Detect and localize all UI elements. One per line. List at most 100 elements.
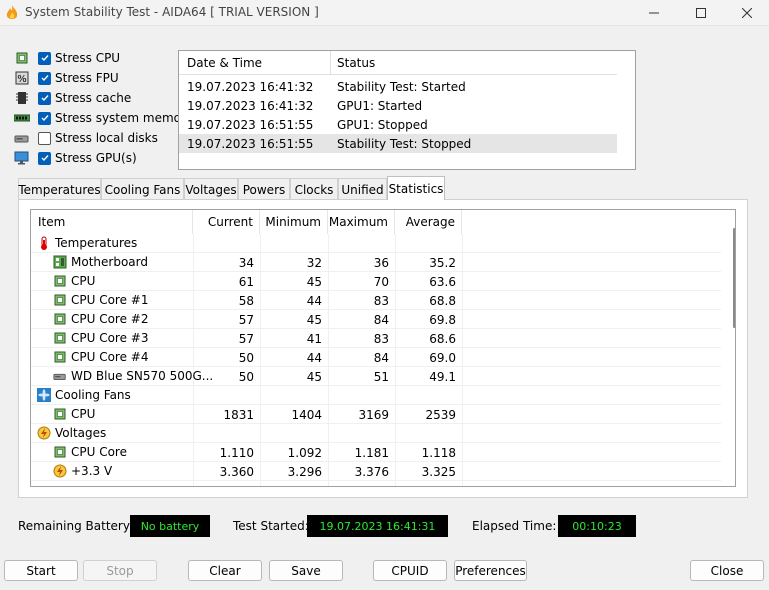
save-button[interactable]: Save xyxy=(269,560,343,581)
stats-group-row[interactable]: Temperatures xyxy=(31,234,721,253)
clear-button[interactable]: Clear xyxy=(188,560,262,581)
stats-minimum-value: 1404 xyxy=(291,408,322,422)
stats-current-value: 1.110 xyxy=(219,446,254,460)
stats-group-row[interactable]: Cooling Fans xyxy=(31,386,721,405)
checkbox[interactable] xyxy=(38,111,51,125)
tab-cooling-fans[interactable]: Cooling Fans xyxy=(101,178,184,200)
stop-button[interactable]: Stop xyxy=(83,560,157,581)
stats-average-value: 69.8 xyxy=(429,313,456,327)
status-log-header: Date & Time Status xyxy=(179,51,617,75)
stress-option-0[interactable]: Stress CPU xyxy=(14,49,184,67)
checkbox[interactable] xyxy=(38,151,51,165)
tab-powers[interactable]: Powers xyxy=(238,178,290,200)
cpu-chip-icon xyxy=(54,313,66,325)
stats-data-row[interactable]: CPU Core #4 50 44 84 69.0 xyxy=(31,348,721,367)
battery-label: Remaining Battery: xyxy=(18,519,134,533)
stats-item-label: CPU Core #2 xyxy=(71,312,149,326)
stats-item-label: Motherboard xyxy=(71,255,148,269)
average-column-header[interactable]: Average xyxy=(395,210,462,234)
start-button[interactable]: Start xyxy=(4,560,78,581)
maximize-icon xyxy=(696,8,706,18)
stats-maximum-value: 1.181 xyxy=(354,446,389,460)
stats-data-row[interactable]: CPU Core #2 57 45 84 69.8 xyxy=(31,310,721,329)
tab-statistics[interactable]: Statistics xyxy=(387,176,445,200)
stats-minimum-value: 3.296 xyxy=(287,465,322,479)
disk-drive-icon xyxy=(14,135,29,143)
stats-minimum-value: 45 xyxy=(306,370,322,384)
status-log: Date & Time Status 19.07.2023 16:41:32 St… xyxy=(178,50,636,170)
cpu-chip-icon xyxy=(54,446,66,458)
stats-minimum-value: 32 xyxy=(306,256,322,270)
row-divider xyxy=(31,480,721,481)
stats-maximum-value: 84 xyxy=(373,313,389,327)
cpu-chip-icon xyxy=(54,332,66,344)
aida64-flame-icon xyxy=(6,5,18,19)
vertical-scrollbar[interactable] xyxy=(733,228,735,328)
current-column-header[interactable]: Current xyxy=(193,210,260,234)
elapsed-time-display: 00:10:23 xyxy=(558,515,636,537)
stats-current-value: 61 xyxy=(238,275,254,289)
checkbox[interactable] xyxy=(38,91,51,105)
checkbox[interactable] xyxy=(38,131,51,145)
stats-maximum-value: 3169 xyxy=(358,408,389,422)
stress-option-5[interactable]: Stress GPU(s) xyxy=(14,149,184,167)
stats-data-row[interactable]: CPU Core #1 58 44 83 68.8 xyxy=(31,291,721,310)
stats-item-label: CPU Core xyxy=(71,445,127,459)
tab-voltages[interactable]: Voltages xyxy=(184,178,238,200)
preferences-button[interactable]: Preferences xyxy=(454,560,527,581)
fan-icon xyxy=(37,388,51,402)
stats-minimum-value: 1.092 xyxy=(287,446,322,460)
checkbox[interactable] xyxy=(38,51,51,65)
minimize-button[interactable] xyxy=(631,0,677,26)
tab-unified[interactable]: Unified xyxy=(338,178,387,200)
stats-data-row[interactable]: CPU Core 1.110 1.092 1.181 1.118 xyxy=(31,443,721,462)
status-log-row[interactable]: 19.07.2023 16:51:55 Stability Test: Stopp… xyxy=(179,134,617,153)
item-column-header[interactable]: Item xyxy=(31,210,193,234)
maximize-button[interactable] xyxy=(678,0,724,26)
status-log-row[interactable]: 19.07.2023 16:51:55 GPU1: Stopped xyxy=(179,115,617,134)
close-window-button[interactable] xyxy=(724,0,769,26)
stats-group-row[interactable]: Voltages xyxy=(31,424,721,443)
stats-data-row[interactable]: CPU Core #3 57 41 83 68.6 xyxy=(31,329,721,348)
stats-minimum-value: 45 xyxy=(306,275,322,289)
cpu-chip-icon xyxy=(54,351,66,363)
stats-average-value: 49.1 xyxy=(429,370,456,384)
stats-data-row[interactable]: Motherboard 34 32 36 35.2 xyxy=(31,253,721,272)
stats-data-row[interactable]: CPU 61 45 70 63.6 xyxy=(31,272,721,291)
stats-current-value: 34 xyxy=(238,256,254,270)
stress-option-1[interactable]: % Stress FPU xyxy=(14,69,184,87)
stats-data-row[interactable]: CPU 1831 1404 3169 2539 xyxy=(31,405,721,424)
date-time-column-header[interactable]: Date & Time xyxy=(187,56,262,70)
tab-temperatures[interactable]: Temperatures xyxy=(18,178,101,200)
stats-current-value: 50 xyxy=(238,370,254,384)
stress-option-2[interactable]: Stress cache xyxy=(14,89,184,107)
maximum-column-header[interactable]: Maximum xyxy=(328,210,395,234)
title-bar: System Stability Test - AIDA64 [ TRIAL V… xyxy=(0,0,769,26)
thermometer-icon xyxy=(41,236,47,250)
status-log-row[interactable]: 19.07.2023 16:41:32 Stability Test: Start… xyxy=(179,77,617,96)
stats-average-value: 35.2 xyxy=(429,256,456,270)
stress-option-label: Stress GPU(s) xyxy=(55,151,137,165)
stats-current-value: 1831 xyxy=(223,408,254,422)
stats-data-row[interactable]: WD Blue SN570 500G... 50 45 51 49.1 xyxy=(31,367,721,386)
tab-clocks[interactable]: Clocks xyxy=(290,178,338,200)
stats-average-value: 63.6 xyxy=(429,275,456,289)
stats-maximum-value: 36 xyxy=(373,256,389,270)
status-date: 19.07.2023 16:51:55 xyxy=(187,137,314,151)
status-date: 19.07.2023 16:41:32 xyxy=(187,80,314,94)
cpuid-button[interactable]: CPUID xyxy=(373,560,447,581)
status-column-header[interactable]: Status xyxy=(337,56,375,70)
stats-data-row[interactable]: +3.3 V 3.360 3.296 3.376 3.325 xyxy=(31,462,721,481)
stress-option-3[interactable]: Stress system memory xyxy=(14,109,193,127)
status-log-row[interactable]: 19.07.2023 16:41:32 GPU1: Started xyxy=(179,96,617,115)
checkbox[interactable] xyxy=(38,71,51,85)
stats-maximum-value: 3.376 xyxy=(354,465,389,479)
stress-option-4[interactable]: Stress local disks xyxy=(14,129,184,147)
stats-item-label: CPU Core #1 xyxy=(71,293,149,307)
close-button[interactable]: Close xyxy=(690,560,764,581)
status-text: GPU1: Started xyxy=(337,99,423,113)
minimum-column-header[interactable]: Minimum xyxy=(260,210,328,234)
battery-display: No battery xyxy=(130,515,210,537)
stress-option-label: Stress local disks xyxy=(55,131,158,145)
stats-minimum-value: 44 xyxy=(306,294,322,308)
